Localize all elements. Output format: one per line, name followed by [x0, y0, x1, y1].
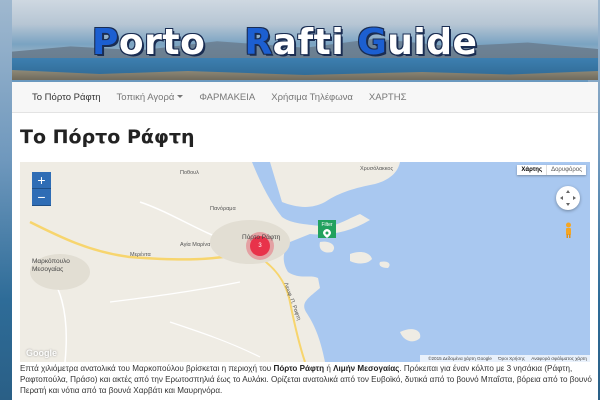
map-pin-icon	[323, 229, 331, 238]
google-map[interactable]: Χάρτης Δορυφόρος + − Filter 3 Πόρτο Ράφτ…	[20, 162, 590, 362]
zoom-out-button[interactable]: −	[32, 189, 51, 206]
island-south	[400, 329, 421, 342]
map-label-panorama: Πανόραμα	[210, 206, 236, 212]
island-raftis	[350, 251, 372, 264]
filter-marker-button[interactable]: Filter	[318, 220, 336, 238]
page-title: Το Πόρτο Ράφτη	[20, 126, 195, 148]
paragraph-bold-porto-rafti: Πόρτο Ράφτη	[273, 364, 325, 373]
map-terms-link[interactable]: Όροι Χρήσης	[498, 356, 525, 361]
page-container: Το Πόρτο Ράφτη Τοπική Αγορά ΦΑΡΜΑΚΕΙΑ Χρ…	[12, 82, 598, 400]
map-report-error-link[interactable]: Αναφορά σφάλματος χάρτη	[531, 356, 587, 361]
main-navbar: Το Πόρτο Ράφτη Τοπική Αγορά ΦΑΡΜΑΚΕΙΑ Χρ…	[12, 82, 598, 113]
island-praso	[319, 241, 335, 253]
paragraph-text: Επτά χιλιόμετρα ανατολικά του Μαρκοπούλο…	[20, 364, 274, 373]
zoom-control: + −	[32, 172, 51, 206]
nav-item-porto-rafti[interactable]: Το Πόρτο Ράφτη	[32, 92, 101, 103]
map-label-markopoulo: Μαρκόπουλο Μεσογαίας	[32, 258, 70, 273]
nav-item-useful-phones[interactable]: Χρήσιμα Τηλέφωνα	[271, 92, 353, 103]
site-title-part: uide	[387, 22, 478, 63]
site-title-letter-r: R	[244, 22, 273, 63]
paragraph-text: ή	[324, 364, 334, 373]
nav-item-map[interactable]: ΧΑΡΤΗΣ	[369, 92, 407, 103]
filter-label: Filter	[321, 222, 333, 228]
google-logo[interactable]: Google	[26, 348, 57, 358]
map-label-porto-rafti: Πόρτο Ράφτη	[242, 234, 281, 241]
site-title[interactable]: Porto Rafti Guide	[92, 22, 477, 63]
island-raftopoula	[379, 261, 390, 268]
map-attribution: ©2015 Δεδομένα χάρτη Google Όροι Χρήσης …	[420, 355, 590, 362]
site-title-part: afti	[272, 22, 358, 63]
paragraph-bold-limin-mesogaias: Λιμήν Μεσογαίας	[333, 364, 400, 373]
map-type-satellite-button[interactable]: Δορυφόρος	[546, 165, 586, 175]
site-title-letter-p: P	[92, 22, 119, 63]
map-type-control: Χάρτης Δορυφόρος	[517, 165, 586, 175]
zoom-in-button[interactable]: +	[32, 172, 51, 189]
map-label-agia-marina: Αγία Μαρίνα	[180, 242, 211, 248]
map-data-credit: ©2015 Δεδομένα χάρτη Google	[428, 356, 492, 361]
map-type-map-button[interactable]: Χάρτης	[517, 165, 546, 175]
pan-control[interactable]	[556, 186, 580, 210]
map-label-pothoula: Ποθουλ	[180, 170, 199, 176]
map-label-north: Χρυσόλακκος	[360, 166, 394, 172]
nav-item-label: Τοπική Αγορά	[116, 91, 175, 103]
pan-arrows-icon	[560, 190, 576, 206]
caret-down-icon	[177, 95, 184, 99]
site-title-part: orto	[118, 22, 206, 63]
nav-item-pharmacies[interactable]: ΦΑΡΜΑΚΕΙΑ	[199, 92, 255, 103]
background-scenery-left	[0, 0, 12, 400]
street-view-pegman-icon[interactable]	[564, 222, 573, 238]
intro-paragraph: Επτά χιλιόμετρα ανατολικά του Μαρκοπούλο…	[20, 363, 595, 396]
site-title-letter-g: G	[357, 22, 388, 63]
nav-item-local-market[interactable]: Τοπική Αγορά	[117, 92, 184, 103]
map-terrain	[20, 162, 421, 362]
map-label-merenta: Μερέντα	[130, 252, 151, 258]
site-header-banner: Porto Rafti Guide	[12, 0, 598, 80]
